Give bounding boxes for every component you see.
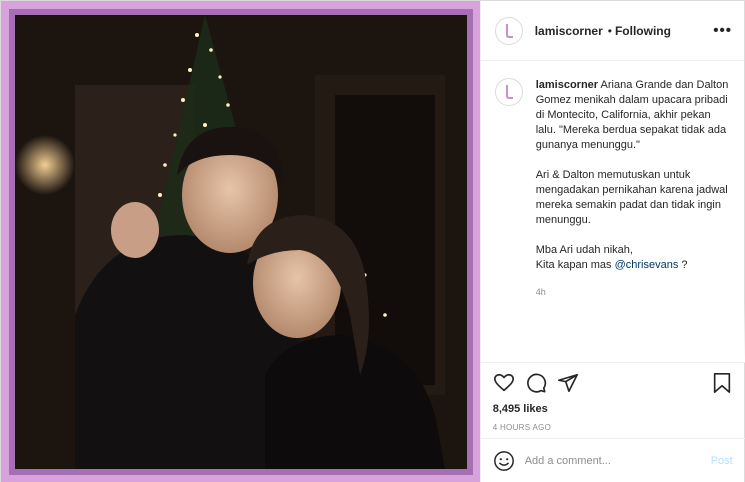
caption-paragraph: lamiscorner Ariana Grande dan Dalton Gom…: [536, 78, 731, 153]
mention-link[interactable]: @chrisevans: [615, 259, 679, 271]
avatar[interactable]: [494, 16, 523, 45]
bookmark-icon[interactable]: [711, 372, 733, 394]
post-comment-button[interactable]: Post: [711, 455, 733, 467]
post-media-frame: [1, 1, 480, 482]
header-separator: •: [607, 23, 612, 38]
action-icons: [493, 371, 733, 395]
caption-line-suffix: ?: [678, 259, 688, 271]
post-timestamp[interactable]: 4 HOURS AGO: [493, 423, 733, 432]
add-comment-bar: Post: [480, 438, 745, 482]
caption-line-prefix: Kita kapan mas: [535, 259, 615, 271]
caption-line: Mba Ari udah nikah,: [535, 244, 633, 256]
likes-count[interactable]: 8,495 likes: [493, 403, 733, 415]
caption-paragraph-2: Ari & Dalton memutuskan untuk mengadakan…: [535, 169, 728, 226]
smiley-icon[interactable]: [493, 450, 515, 472]
caption-line: Kita kapan mas @chrisevans ?: [536, 258, 731, 273]
post-actions: 8,495 likes 4 HOURS AGO: [480, 362, 745, 432]
comment-input[interactable]: [524, 455, 700, 467]
caption-avatar[interactable]: [494, 78, 523, 106]
caption-paragraph-3: Mba Ari udah nikah, Kita kapan mas @chri…: [536, 243, 731, 273]
post-photo[interactable]: [15, 15, 467, 469]
photo-border: [9, 9, 473, 475]
post-side-panel: lamiscorner • Following ••• lamiscorner …: [479, 1, 745, 482]
heart-icon[interactable]: [493, 372, 515, 394]
instagram-post: lamiscorner • Following ••• lamiscorner …: [0, 0, 745, 482]
caption-username[interactable]: lamiscorner: [536, 79, 598, 91]
caption-text: lamiscorner Ariana Grande dan Dalton Gom…: [536, 78, 731, 300]
more-options-button[interactable]: •••: [713, 22, 732, 39]
brand-logo-icon: [505, 23, 513, 38]
post-header: lamiscorner • Following •••: [480, 1, 744, 61]
paper-plane-icon[interactable]: [557, 372, 579, 394]
comment-bubble-icon[interactable]: [525, 372, 547, 394]
photo-illustration: [15, 15, 467, 469]
comments-section[interactable]: lamiscorner Ariana Grande dan Dalton Gom…: [480, 62, 745, 362]
scroll-fade: [480, 302, 745, 362]
brand-logo-icon: [505, 85, 513, 99]
caption: lamiscorner Ariana Grande dan Dalton Gom…: [494, 78, 731, 300]
following-button[interactable]: Following: [615, 24, 671, 38]
header-username[interactable]: lamiscorner: [535, 24, 603, 38]
caption-timestamp[interactable]: 4h: [536, 285, 731, 300]
